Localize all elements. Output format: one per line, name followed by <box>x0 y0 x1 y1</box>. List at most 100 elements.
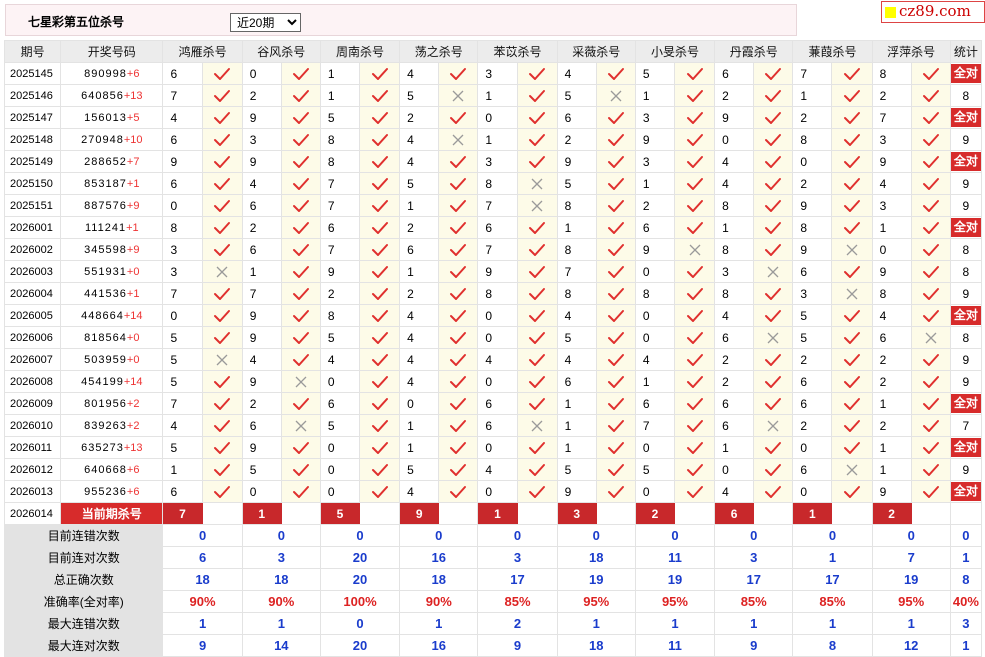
logo-text: cz89.com <box>899 2 971 20</box>
current-blank <box>201 502 243 525</box>
check-icon <box>438 106 479 129</box>
stats-value: 90% <box>241 590 321 613</box>
period-range-select[interactable]: 近20期 <box>230 13 301 32</box>
kill-number-cell: 1 <box>871 458 912 481</box>
cross-icon <box>516 194 558 217</box>
current-kill-label: 当前期杀号 <box>60 502 164 525</box>
stats-value: 8 <box>792 634 873 657</box>
check-icon <box>280 128 321 151</box>
draw-number-cell: 887576+9 <box>60 194 164 217</box>
all-correct-badge: 全对 <box>951 108 981 127</box>
check-icon <box>673 392 716 415</box>
kill-number-cell: 2 <box>556 128 597 151</box>
table-row: 2026005 448664+14 0 9 8 4 0 4 0 4 5 4 全对 <box>3 304 983 327</box>
check-icon <box>753 238 794 261</box>
stats-value: 19 <box>634 568 716 591</box>
kill-number-cell: 2 <box>714 348 755 371</box>
kill-number-cell: 9 <box>556 480 597 503</box>
stats-label: 最大连对次数 <box>3 634 164 657</box>
kill-number-cell: 9 <box>556 150 597 173</box>
cross-icon <box>201 348 243 371</box>
check-icon <box>280 304 321 327</box>
column-header: 鸿雁杀号 <box>162 40 243 63</box>
stats-value: 85% <box>477 590 558 613</box>
kill-number-cell: 0 <box>241 62 282 85</box>
kill-number-cell: 8 <box>871 62 912 85</box>
stats-value: 1 <box>162 612 243 635</box>
draw-bonus: +0 <box>126 353 140 366</box>
draw-bonus: +0 <box>126 265 140 278</box>
kill-number-cell: 4 <box>556 304 597 327</box>
kill-number-cell: 4 <box>241 172 282 195</box>
kill-number-cell: 9 <box>634 238 675 261</box>
logo-square-icon <box>885 7 896 18</box>
stats-value: 1 <box>399 612 479 635</box>
kill-number-cell: 4 <box>871 172 912 195</box>
check-icon <box>280 62 321 85</box>
check-icon <box>673 282 716 305</box>
check-icon <box>910 216 951 239</box>
check-icon <box>595 194 636 217</box>
column-header: 谷风杀号 <box>241 40 321 63</box>
stat-cell: 9 <box>949 194 983 217</box>
kill-number-cell: 6 <box>162 62 203 85</box>
kill-number-cell: 9 <box>241 326 282 349</box>
cross-icon <box>753 326 794 349</box>
stat-cell: 9 <box>949 348 983 371</box>
draw-bonus: +14 <box>123 375 143 388</box>
kill-number-cell: 1 <box>634 370 675 393</box>
check-icon <box>516 304 558 327</box>
site-logo[interactable]: cz89.com <box>881 1 985 23</box>
period-cell: 2026007 <box>3 348 62 371</box>
kill-number-cell: 5 <box>792 326 833 349</box>
kill-number-cell: 8 <box>319 304 361 327</box>
check-icon <box>673 326 716 349</box>
check-icon <box>438 458 479 481</box>
stats-value: 7 <box>871 546 951 569</box>
draw-bonus: +6 <box>126 67 140 80</box>
kill-number-cell: 5 <box>634 458 675 481</box>
stats-value: 0 <box>241 524 321 547</box>
check-icon <box>910 172 951 195</box>
check-icon <box>359 282 401 305</box>
draw-digits: 640856 <box>81 89 124 102</box>
check-icon <box>595 238 636 261</box>
check-icon <box>910 260 951 283</box>
check-icon <box>910 348 951 371</box>
check-icon <box>673 172 716 195</box>
stats-value: 1 <box>556 612 636 635</box>
kill-number-cell: 6 <box>556 370 597 393</box>
kill-number-cell: 2 <box>241 216 282 239</box>
check-icon <box>201 216 243 239</box>
table-row: 2026012 640668+6 1 5 0 5 4 5 5 0 6 1 9 <box>3 458 983 481</box>
current-kill-number: 1 <box>477 502 518 525</box>
kill-number-cell: 6 <box>714 326 755 349</box>
stats-value: 17 <box>714 568 794 591</box>
check-icon <box>831 370 873 393</box>
draw-number-cell: 890998+6 <box>60 62 164 85</box>
current-period-cell: 2026014 <box>3 502 62 525</box>
check-icon <box>595 370 636 393</box>
kill-number-cell: 0 <box>319 480 361 503</box>
draw-number-cell: 635273+13 <box>60 436 164 459</box>
check-icon <box>673 348 716 371</box>
kill-number-cell: 8 <box>319 150 361 173</box>
check-icon <box>359 436 401 459</box>
table-row: 2026007 503959+0 5 4 4 4 4 4 4 2 2 2 9 <box>3 348 983 371</box>
draw-number-cell: 640856+13 <box>60 84 164 107</box>
check-icon <box>516 106 558 129</box>
kill-number-cell: 2 <box>319 282 361 305</box>
kill-number-cell: 6 <box>162 128 203 151</box>
kill-number-cell: 6 <box>792 370 833 393</box>
check-icon <box>595 106 636 129</box>
table-header: 期号 开奖号码 鸿雁杀号 谷风杀号 周南杀号 荡之杀号 苯苡杀号 采薇杀号 小旻杀号 丹霞杀号 蒹葭… <box>3 40 983 63</box>
stats-row: 目前连错次数 0 0 0 0 0 0 0 0 0 0 0 <box>3 524 983 547</box>
current-blank <box>595 502 636 525</box>
kill-number-cell: 3 <box>634 106 675 129</box>
check-icon <box>438 62 479 85</box>
stat-cell: 9 <box>949 282 983 305</box>
current-kill-number: 7 <box>162 502 203 525</box>
check-icon <box>595 348 636 371</box>
check-icon <box>201 304 243 327</box>
kill-number-cell: 6 <box>477 414 518 437</box>
